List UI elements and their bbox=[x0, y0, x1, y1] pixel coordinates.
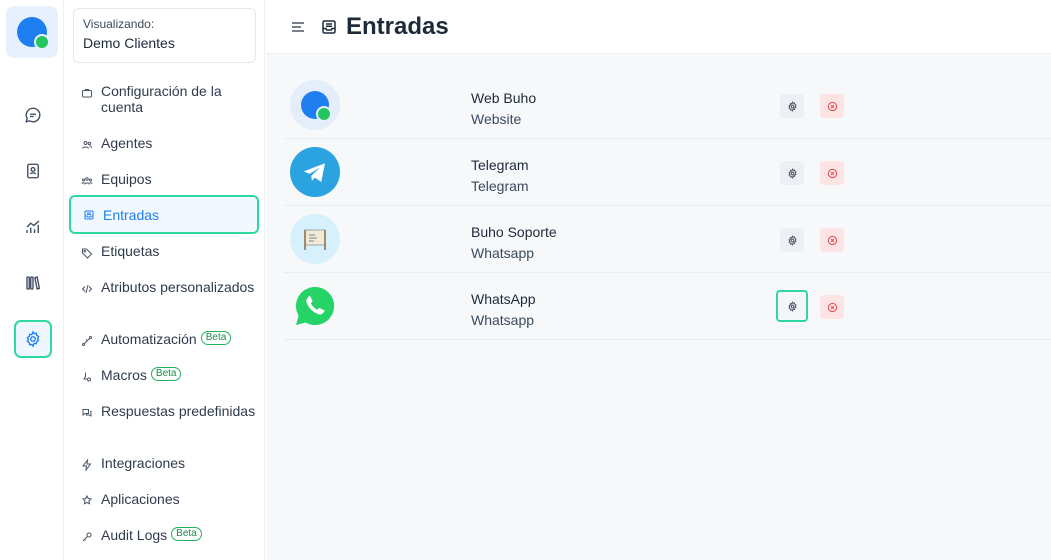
main-content: Entradas Web Buho Website Telegram Teleg… bbox=[266, 0, 1051, 560]
inbox-delete-button[interactable] bbox=[820, 295, 844, 319]
close-circle-icon bbox=[827, 235, 837, 245]
sidebar-item-label: Respuestas predefinidas bbox=[101, 403, 256, 419]
sidebar-item-label: Integraciones bbox=[101, 455, 186, 471]
support-sign-logo bbox=[290, 214, 340, 264]
inbox-delete-button[interactable] bbox=[820, 228, 844, 252]
signboard-icon bbox=[304, 229, 326, 250]
inbox-settings-button[interactable] bbox=[780, 228, 804, 252]
settings-icon bbox=[26, 330, 40, 348]
sidebar-item-label: Aplicaciones bbox=[101, 491, 180, 507]
sidebar-item-account-settings[interactable]: Configuración de la cuenta bbox=[69, 83, 259, 115]
telegram-icon bbox=[303, 163, 325, 182]
website-logo bbox=[290, 80, 340, 130]
menu-toggle-icon[interactable] bbox=[290, 20, 306, 34]
app-logo[interactable] bbox=[6, 6, 58, 58]
page-title: Entradas bbox=[346, 12, 449, 40]
inbox-row: Buho Soporte Whatsapp bbox=[284, 206, 1051, 273]
inbox-delete-button[interactable] bbox=[820, 94, 844, 118]
automation-icon bbox=[81, 334, 95, 348]
close-circle-icon bbox=[827, 101, 837, 111]
gear-icon bbox=[787, 100, 797, 112]
key-icon bbox=[81, 530, 95, 544]
beta-badge: Beta bbox=[150, 367, 182, 381]
flash-icon bbox=[81, 458, 95, 472]
inbox-type: Whatsapp bbox=[471, 312, 535, 328]
beta-badge: Beta bbox=[200, 331, 232, 345]
sidebar-item-label: Automatización bbox=[101, 331, 197, 347]
page-header: Entradas bbox=[266, 0, 1051, 54]
inbox-name: WhatsApp bbox=[471, 291, 536, 307]
inbox-type: Website bbox=[471, 111, 522, 127]
apps-icon bbox=[81, 494, 95, 508]
macros-icon bbox=[81, 370, 95, 384]
sidebar-item-label: Agentes bbox=[101, 135, 153, 151]
inbox-row: Web Buho Website bbox=[284, 72, 1051, 139]
inbox-icon bbox=[83, 208, 97, 222]
gear-icon bbox=[787, 167, 797, 179]
inbox-settings-button[interactable] bbox=[780, 94, 804, 118]
library-icon bbox=[26, 276, 41, 290]
whatsapp-icon bbox=[295, 286, 335, 325]
inbox-type: Whatsapp bbox=[471, 245, 535, 261]
close-circle-icon bbox=[827, 168, 837, 178]
sidebar-item-inboxes[interactable]: Entradas bbox=[69, 195, 259, 234]
code-icon bbox=[81, 282, 95, 296]
close-circle-icon bbox=[827, 302, 837, 312]
sidebar-item-label: Atributos personalizados bbox=[101, 279, 255, 295]
sidebar-item-label: Equipos bbox=[101, 171, 152, 187]
sidebar-item-applications[interactable]: Aplicaciones bbox=[69, 491, 259, 508]
telegram-logo bbox=[290, 147, 340, 197]
inbox-type: Telegram bbox=[471, 178, 529, 194]
canned-responses-icon bbox=[81, 406, 95, 420]
sidebar-item-label: Configuración de la cuenta bbox=[101, 83, 222, 115]
inbox-row: WhatsApp Whatsapp bbox=[284, 273, 1051, 340]
inbox-settings-button[interactable] bbox=[776, 290, 808, 322]
people-icon bbox=[81, 138, 95, 152]
inbox-row: Telegram Telegram bbox=[284, 139, 1051, 206]
gear-icon bbox=[787, 300, 797, 312]
sidebar-item-audit-logs[interactable]: Audit Logs Beta bbox=[69, 527, 259, 544]
inbox-name: Web Buho bbox=[471, 90, 537, 106]
account-caption: Visualizando: bbox=[83, 17, 155, 31]
rail-conversations-button[interactable] bbox=[14, 96, 52, 134]
contacts-icon bbox=[27, 163, 39, 179]
inbox-icon bbox=[322, 19, 336, 34]
inbox-name: Buho Soporte bbox=[471, 224, 557, 240]
reports-icon bbox=[26, 220, 40, 233]
sidebar-item-automation[interactable]: Automatización Beta bbox=[69, 331, 259, 348]
rail-settings-button[interactable] bbox=[14, 320, 52, 358]
beta-badge: Beta bbox=[171, 527, 202, 541]
inbox-settings-button[interactable] bbox=[780, 161, 804, 185]
sidebar-item-custom-attributes[interactable]: Atributos personalizados bbox=[69, 279, 259, 296]
inbox-name: Telegram bbox=[471, 157, 529, 173]
sidebar-item-label: Audit Logs bbox=[101, 527, 168, 543]
team-icon bbox=[81, 174, 95, 188]
briefcase-icon bbox=[81, 86, 95, 100]
inbox-delete-button[interactable] bbox=[820, 161, 844, 185]
rail-contacts-button[interactable] bbox=[14, 152, 52, 190]
settings-sidebar: Visualizando: Demo Clientes Configuració… bbox=[65, 0, 265, 560]
tag-icon bbox=[81, 246, 95, 260]
sidebar-item-label: Macros bbox=[101, 367, 147, 383]
account-switcher[interactable]: Visualizando: Demo Clientes bbox=[73, 8, 256, 63]
chat-icon bbox=[25, 107, 41, 123]
sidebar-item-agents[interactable]: Agentes bbox=[69, 135, 259, 152]
sidebar-item-labels[interactable]: Etiquetas bbox=[69, 243, 259, 260]
logo-mark bbox=[17, 17, 50, 50]
icon-rail bbox=[0, 0, 64, 560]
gear-icon bbox=[787, 234, 797, 246]
rail-library-button[interactable] bbox=[14, 264, 52, 302]
sidebar-item-integrations[interactable]: Integraciones bbox=[69, 455, 259, 472]
sidebar-item-teams[interactable]: Equipos bbox=[69, 171, 259, 188]
sidebar-item-label: Entradas bbox=[103, 206, 160, 223]
sidebar-item-label: Etiquetas bbox=[101, 243, 160, 259]
sidebar-item-macros[interactable]: Macros Beta bbox=[69, 367, 259, 384]
account-name: Demo Clientes bbox=[83, 35, 175, 51]
rail-reports-button[interactable] bbox=[14, 208, 52, 246]
website-logo-mark bbox=[301, 91, 332, 122]
sidebar-item-canned-responses[interactable]: Respuestas predefinidas bbox=[69, 403, 259, 420]
whatsapp-logo bbox=[290, 281, 340, 331]
